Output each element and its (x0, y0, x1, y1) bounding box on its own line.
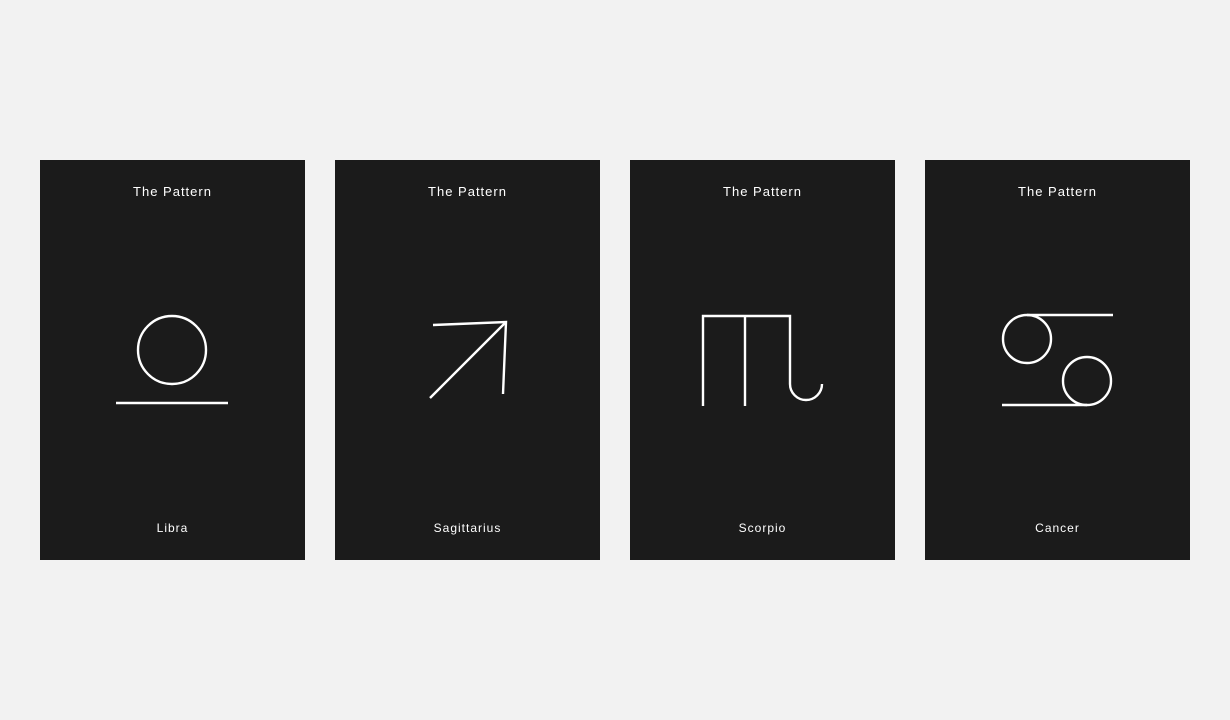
cancer-symbol-icon (1001, 313, 1113, 407)
zodiac-card-gallery: The Pattern Libra The Pattern Sagittariu… (40, 160, 1190, 560)
scorpio-symbol-icon (701, 314, 824, 406)
libra-symbol-icon (116, 314, 228, 405)
card-name: Libra (156, 521, 189, 535)
card-name: Scorpio (738, 521, 787, 535)
card-scorpio[interactable]: The Pattern Scorpio (630, 160, 895, 560)
card-libra[interactable]: The Pattern Libra (40, 160, 305, 560)
sagittarius-symbol-icon (429, 320, 508, 399)
card-cancer[interactable]: The Pattern Cancer (925, 160, 1190, 560)
card-name: Sagittarius (433, 521, 502, 535)
card-name: Cancer (1035, 521, 1080, 535)
card-sagittarius[interactable]: The Pattern Sagittarius (335, 160, 600, 560)
